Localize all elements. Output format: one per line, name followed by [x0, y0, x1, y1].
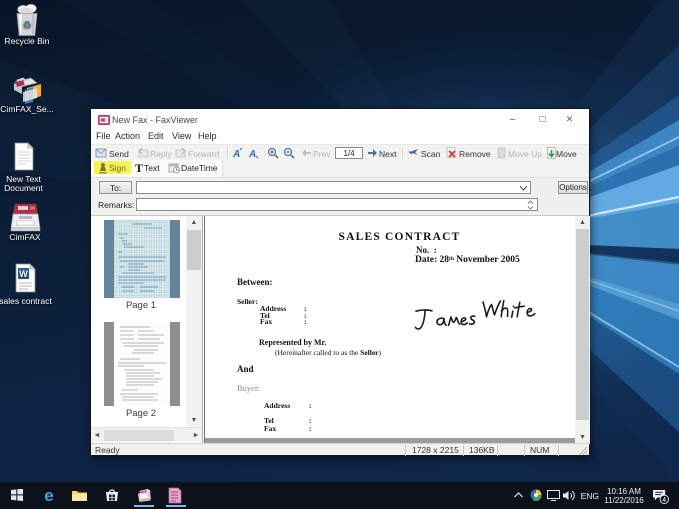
- svg-text:♻: ♻: [23, 20, 32, 31]
- svg-text:A: A: [248, 149, 256, 159]
- svg-text:4: 4: [662, 497, 666, 504]
- svg-text:A: A: [232, 149, 240, 159]
- svg-text:W: W: [19, 269, 28, 279]
